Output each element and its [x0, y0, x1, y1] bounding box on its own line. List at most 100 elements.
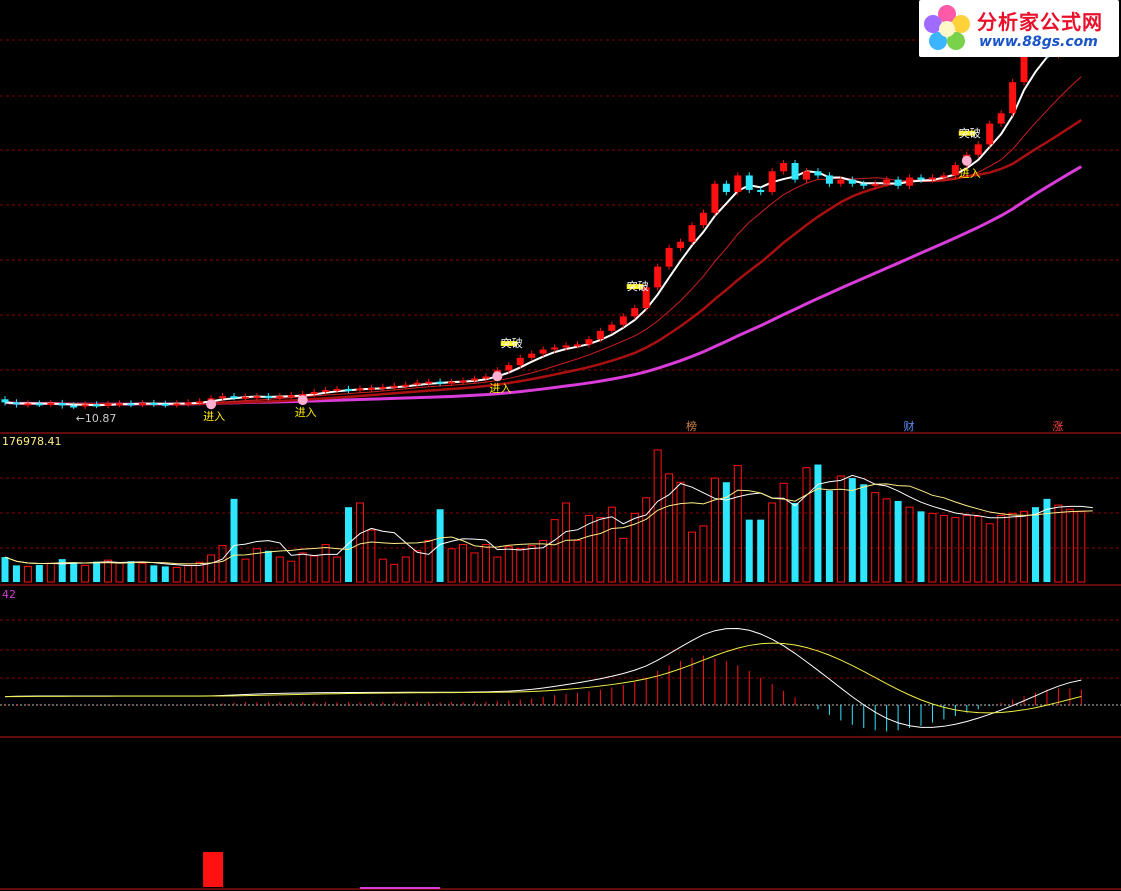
volume-bar: [230, 498, 238, 582]
volume-bar: [470, 552, 479, 583]
macd-histogram: [4, 627, 1082, 732]
volume-bar: [985, 523, 994, 583]
candle-body: [127, 403, 135, 406]
volume-bar: [882, 498, 891, 583]
candle-body: [574, 344, 581, 347]
volume-bar: [436, 509, 444, 582]
candle-body: [35, 403, 43, 406]
volume-bar: [345, 507, 352, 582]
volume-bar: [104, 559, 113, 583]
candle-body: [402, 384, 410, 387]
candle-body: [47, 403, 55, 406]
candle-body: [997, 113, 1005, 124]
candle-body: [138, 403, 146, 406]
volume-bar: [481, 544, 490, 583]
volume-bar: [413, 550, 422, 583]
volume-bar: [127, 561, 135, 582]
candle-body: [459, 380, 467, 383]
breakout-label: 突破: [626, 280, 649, 294]
volume-bar: [745, 519, 753, 582]
volume-bar: [321, 544, 330, 583]
volume-bar: [161, 566, 169, 582]
volume-bar: [848, 478, 856, 582]
candle-body: [413, 382, 421, 385]
volume-value-label: 176978.41: [2, 435, 62, 448]
volume-bar: [860, 484, 868, 582]
volume-bar: [287, 560, 296, 583]
breakout-label: 突破: [500, 337, 523, 351]
volume-bar: [35, 564, 43, 582]
volume-bar: [1065, 508, 1074, 583]
volume-bar: [275, 556, 284, 583]
entry-label: 进入: [294, 406, 317, 420]
volume-bar: [355, 502, 364, 583]
watermark-url: www.88gs.com: [979, 34, 1098, 50]
candle-body: [1, 399, 9, 403]
long-ma-line: [4, 165, 1083, 406]
macd-value-label: 42: [2, 588, 16, 601]
candle-body: [241, 396, 249, 399]
candle-body: [803, 171, 810, 180]
candle-body: [688, 225, 696, 242]
volume-bar: [768, 502, 777, 583]
volume-bar: [504, 546, 513, 583]
min-price-marker: ←10.87: [75, 412, 117, 426]
bottom-indicator: [203, 852, 440, 889]
candle-body: [654, 266, 662, 288]
candle-body: [677, 241, 685, 248]
volume-bar: [516, 548, 525, 583]
flower-logo-icon: [924, 5, 970, 50]
candle-body: [596, 330, 604, 340]
volume-bar: [150, 565, 158, 582]
volume-bar: [733, 465, 742, 583]
candle-body: [917, 177, 925, 180]
candle-body: [436, 381, 444, 384]
candle-body: [482, 376, 490, 379]
volume-bar: [653, 449, 662, 583]
volume-bar: [573, 539, 582, 583]
volume-bar: [401, 556, 410, 583]
candle-body: [585, 339, 593, 345]
candle-body: [608, 324, 616, 331]
candle-body: [356, 388, 364, 391]
volume-bar: [836, 475, 845, 583]
candle-body: [871, 183, 879, 186]
volume-bar: [367, 529, 376, 583]
volume-bar: [115, 562, 124, 583]
volume-bar: [390, 563, 399, 583]
candle-body: [848, 179, 856, 184]
volume-bar: [710, 477, 719, 583]
candle-body: [814, 171, 822, 176]
candle-body: [161, 403, 169, 406]
candle-body: [619, 316, 627, 325]
candle-body: [253, 396, 261, 399]
volume-bar: [298, 552, 307, 583]
volume-bar: [527, 545, 536, 583]
candle-body: [196, 401, 204, 404]
volume-bar: [997, 514, 1006, 583]
candle-body: [722, 183, 730, 193]
breakout-label: 突破: [958, 126, 981, 140]
candle-body: [516, 357, 524, 366]
volume-bar: [939, 514, 948, 583]
volume-ma-line: [4, 474, 1093, 567]
stock-chart: [0, 37, 1121, 890]
candle-body: [894, 179, 902, 186]
volume-bar: [93, 561, 101, 582]
volume-bar: [951, 517, 960, 583]
event-tag: 财: [903, 420, 915, 433]
candle-body: [757, 189, 765, 193]
candle-body: [264, 396, 272, 399]
bottom-signal-bar: [203, 852, 224, 887]
candle-body: [791, 163, 799, 180]
candle-body: [116, 403, 123, 406]
candle-body: [287, 395, 295, 398]
candle-body: [528, 353, 536, 358]
volume-bar: [962, 514, 971, 583]
volume-bar: [1, 557, 9, 582]
volume-bar: [905, 506, 914, 583]
candle-body: [276, 396, 284, 399]
candle-body: [505, 365, 513, 371]
volume-bar: [1043, 498, 1051, 582]
candle-body: [81, 404, 89, 407]
